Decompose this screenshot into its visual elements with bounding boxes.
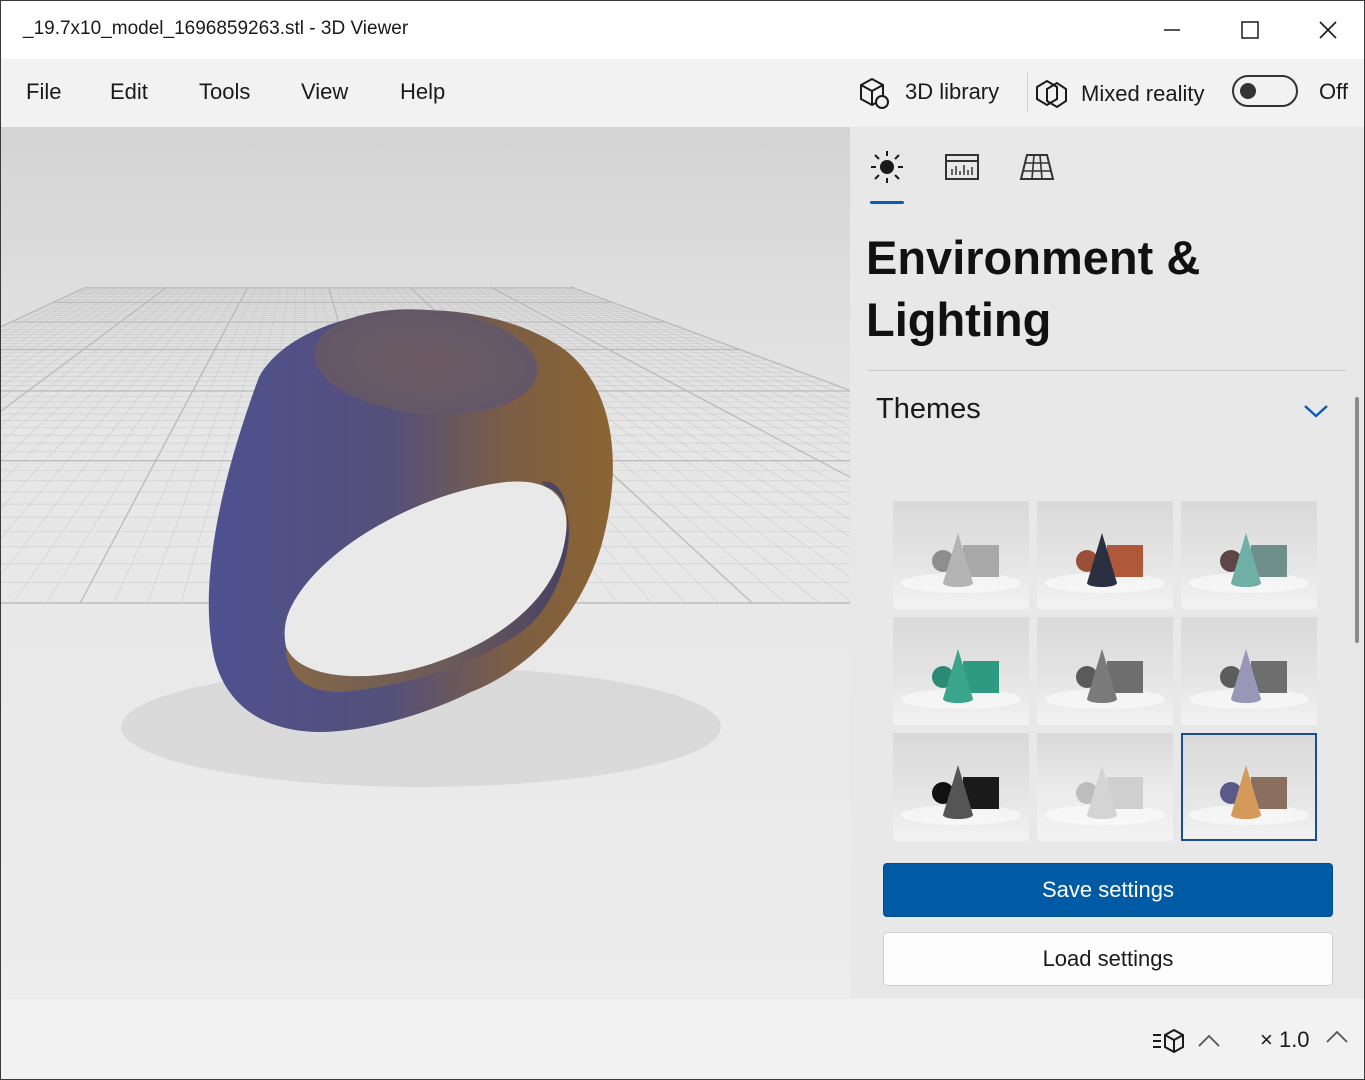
theme-option[interactable] <box>1181 501 1317 609</box>
model-list-icon <box>1153 1028 1184 1054</box>
menu-separator <box>1027 73 1028 113</box>
tab-selected-indicator <box>870 201 904 204</box>
section-divider <box>868 370 1346 371</box>
grid-icon <box>1019 154 1055 180</box>
theme-grid <box>893 501 1319 843</box>
theme-option[interactable] <box>1037 617 1173 725</box>
maximize-icon <box>1241 21 1259 39</box>
menu-help[interactable]: Help <box>400 79 445 105</box>
3d-library-label: 3D library <box>905 79 1000 104</box>
chevron-up-icon <box>1326 1030 1348 1043</box>
app-window: _19.7x10_model_1696859263.stl - 3D Viewe… <box>0 0 1365 1080</box>
chevron-up-icon <box>1198 1034 1220 1047</box>
tab-mesh-grid[interactable] <box>1017 147 1057 187</box>
panel-heading: Environment & Lighting <box>866 231 1201 346</box>
toggle-knob <box>1240 83 1256 99</box>
panel-scrollbar[interactable] <box>1355 397 1359 643</box>
load-settings-button[interactable]: Load settings <box>883 932 1333 986</box>
title-bar: _19.7x10_model_1696859263.stl - 3D Viewe… <box>1 1 1364 59</box>
menu-tools[interactable]: Tools <box>199 79 250 105</box>
3d-viewport[interactable] <box>1 127 850 999</box>
sun-icon <box>871 151 903 183</box>
themes-section-title[interactable]: Themes <box>876 393 981 426</box>
theme-option[interactable] <box>1181 733 1317 841</box>
scene-canvas[interactable] <box>1 127 850 999</box>
3d-library-button[interactable]: 3D library <box>853 71 1013 113</box>
mixed-reality-icon <box>1036 79 1067 109</box>
chevron-down-icon <box>1304 405 1328 418</box>
3d-library-icon <box>860 77 889 109</box>
theme-option[interactable] <box>1037 733 1173 841</box>
theme-option[interactable] <box>893 501 1029 609</box>
minimize-icon <box>1164 29 1180 31</box>
animation-button[interactable] <box>1149 1025 1225 1057</box>
tab-statistics[interactable] <box>942 147 982 187</box>
mixed-reality-button[interactable]: Mixed reality <box>1033 71 1223 113</box>
theme-option[interactable] <box>1181 617 1317 725</box>
zoom-expand-button[interactable] <box>1325 1029 1353 1053</box>
save-settings-button[interactable]: Save settings <box>883 863 1333 917</box>
menu-file[interactable]: File <box>26 79 61 105</box>
theme-option[interactable] <box>893 617 1029 725</box>
menu-bar: File Edit Tools View Help 3D library Mix… <box>1 59 1364 127</box>
close-button[interactable] <box>1289 1 1364 59</box>
menu-view[interactable]: View <box>301 79 348 105</box>
minimize-button[interactable] <box>1133 1 1211 59</box>
status-bar: × 1.0 <box>1 999 1364 1079</box>
window-title: _19.7x10_model_1696859263.stl - 3D Viewe… <box>23 18 409 39</box>
theme-option[interactable] <box>893 733 1029 841</box>
settings-panel: Environment & Lighting Themes Save setti… <box>850 127 1364 999</box>
mixed-reality-toggle[interactable] <box>1232 75 1298 107</box>
themes-collapse-button[interactable] <box>1302 401 1330 426</box>
maximize-button[interactable] <box>1211 1 1289 59</box>
stats-icon <box>945 154 979 180</box>
tab-environment-lighting[interactable] <box>867 147 907 187</box>
zoom-level: × 1.0 <box>1260 1027 1310 1052</box>
close-icon <box>1319 21 1337 39</box>
theme-option[interactable] <box>1037 501 1173 609</box>
toggle-state-label: Off <box>1319 79 1348 104</box>
menu-edit[interactable]: Edit <box>110 79 148 105</box>
mixed-reality-label: Mixed reality <box>1081 81 1205 106</box>
